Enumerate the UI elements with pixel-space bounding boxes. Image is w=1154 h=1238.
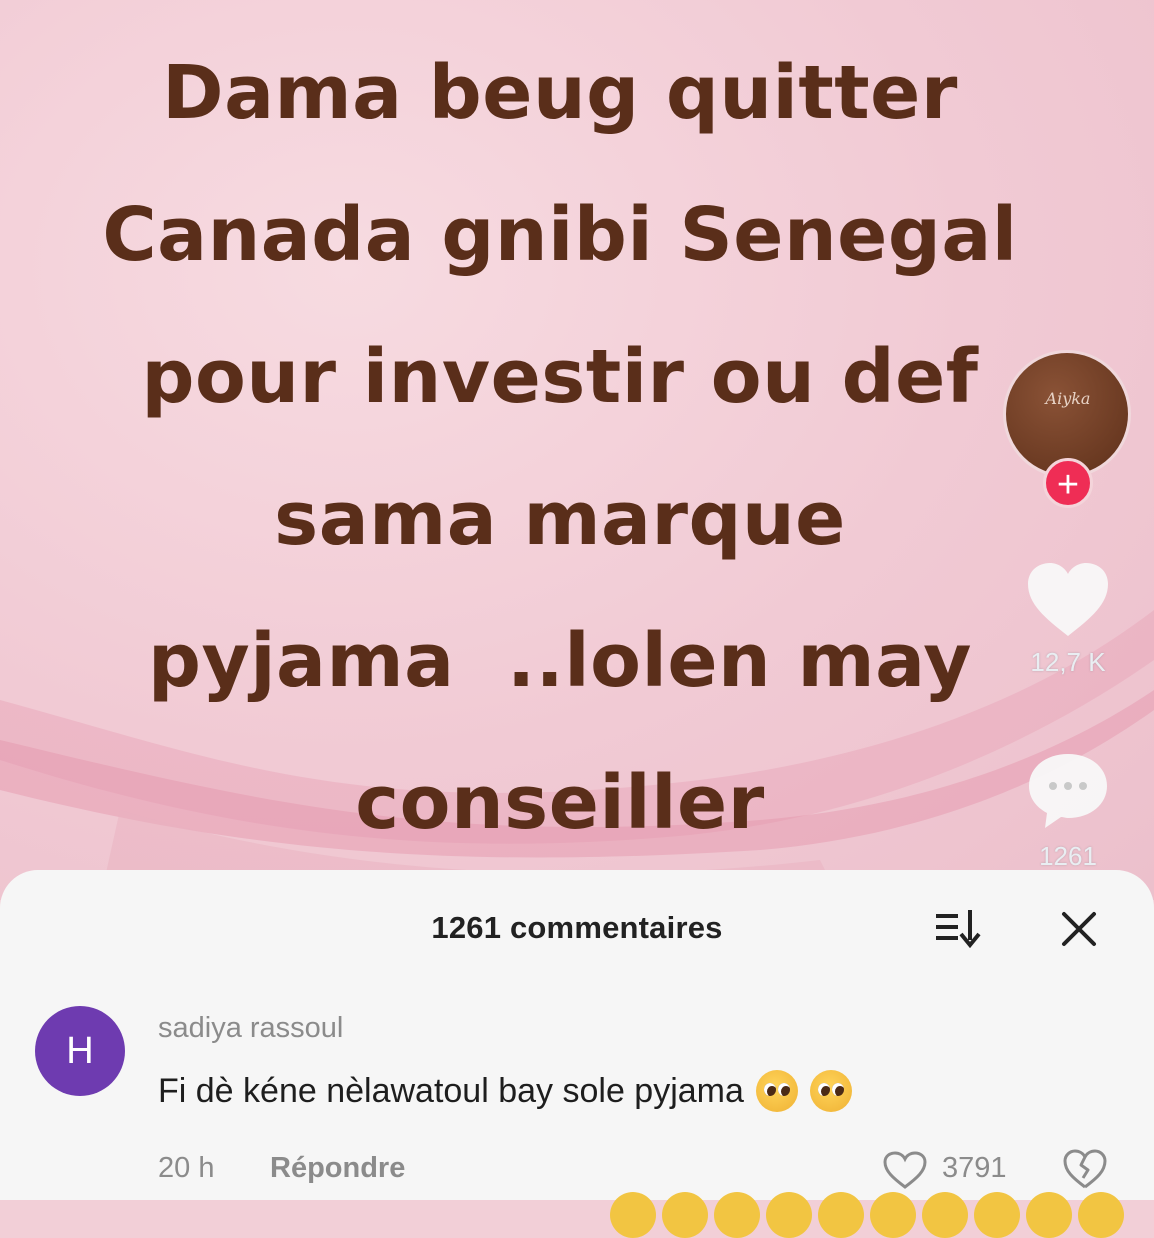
pleading-face-emoji-icon [809, 1070, 852, 1112]
emoji-icon [818, 1192, 864, 1238]
caption-line: pour investir ou def [141, 334, 979, 420]
video-background[interactable]: Dama beug quitter Canada gnibi Senegal p… [0, 0, 1154, 900]
commenter-avatar[interactable]: H [35, 1006, 125, 1096]
comment-bubble-icon [1029, 754, 1107, 828]
comment-time: 20 h [158, 1152, 215, 1184]
emoji-icon [662, 1192, 708, 1238]
comments-sheet: 1261 commentaires H sadiya rassoul Fi dè… [0, 870, 1154, 1238]
follow-button[interactable]: + [1043, 458, 1093, 508]
close-icon[interactable] [1058, 908, 1100, 950]
emoji-icon [1078, 1192, 1124, 1238]
emoji-icon [610, 1192, 656, 1238]
comment-body: Fi dè kéne nèlawatoul bay sole pyjama [158, 1072, 744, 1110]
emoji-icon [974, 1192, 1020, 1238]
caption-line: Canada gnibi Senegal [102, 192, 1018, 278]
caption-line: Dama beug quitter [162, 50, 958, 136]
heart-outline-icon[interactable] [882, 1150, 928, 1190]
emoji-reaction-strip [610, 1192, 1150, 1238]
emoji-icon [714, 1192, 760, 1238]
sort-icon[interactable] [934, 908, 982, 948]
emoji-icon [870, 1192, 916, 1238]
caption-line: sama marque [274, 476, 846, 562]
comment-button[interactable]: 1261 [1013, 748, 1123, 872]
pleading-face-emoji-icon [755, 1070, 798, 1112]
comment-count: 1261 [1039, 841, 1097, 871]
like-count: 12,7 K [1030, 647, 1106, 677]
broken-heart-icon[interactable] [1062, 1148, 1108, 1190]
plus-icon: + [1056, 464, 1080, 506]
like-button[interactable]: 12,7 K [1013, 560, 1123, 678]
caption-line: conseiller [355, 760, 765, 846]
caption-line: pyjama ..lolen may [147, 618, 972, 704]
comment-text: Fi dè kéne nèlawatoul bay sole pyjama [158, 1070, 852, 1112]
reply-button[interactable]: Répondre [270, 1152, 405, 1185]
comment-like-count: 3791 [942, 1152, 1007, 1184]
heart-icon [1028, 563, 1108, 636]
creator-logo-text: Aiyka [1045, 389, 1091, 408]
emoji-icon [922, 1192, 968, 1238]
creator-avatar-group: Aiyka + [1003, 350, 1133, 508]
commenter-username[interactable]: sadiya rassoul [158, 1012, 343, 1045]
emoji-icon [1026, 1192, 1072, 1238]
video-caption: Dama beug quitter Canada gnibi Senegal p… [60, 22, 1060, 874]
emoji-icon [766, 1192, 812, 1238]
